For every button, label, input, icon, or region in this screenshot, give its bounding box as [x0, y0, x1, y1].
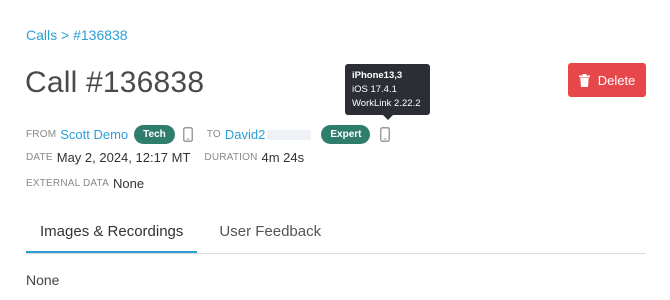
- breadcrumb-current-link[interactable]: #136838: [73, 27, 128, 43]
- redacted-name: [267, 129, 312, 140]
- from-label: FROM: [26, 129, 57, 140]
- date-value: May 2, 2024, 12:17 MT: [56, 150, 191, 165]
- participants-row: FROM Scott Demo Tech TO David2 Expert: [26, 125, 391, 144]
- tooltip-arrow: [383, 115, 393, 120]
- duration-label: DURATION: [204, 152, 258, 163]
- from-user-link[interactable]: Scott Demo: [60, 127, 128, 142]
- trash-icon: [578, 73, 590, 87]
- tooltip-device: iPhone13,3: [352, 70, 403, 81]
- date-label: DATE: [26, 152, 53, 163]
- to-role-badge: Expert: [321, 125, 371, 144]
- external-data-value: None: [113, 176, 145, 191]
- phone-icon[interactable]: [380, 127, 391, 142]
- phone-icon[interactable]: [182, 127, 193, 142]
- breadcrumb: Calls > #136838: [26, 27, 128, 43]
- breadcrumb-separator: >: [61, 27, 70, 43]
- tooltip-app: WorkLink 2.22.2: [352, 98, 421, 109]
- device-tooltip: iPhone13,3 iOS 17.4.1 WorkLink 2.22.2: [345, 64, 430, 115]
- external-data-label: EXTERNAL DATA: [26, 178, 109, 189]
- tab-bar: Images & Recordings User Feedback: [26, 211, 646, 254]
- external-data-row: EXTERNAL DATA None: [26, 176, 144, 191]
- from-role-badge: Tech: [134, 125, 175, 144]
- tab-user-feedback[interactable]: User Feedback: [205, 211, 335, 251]
- date-row: DATE May 2, 2024, 12:17 MT DURATION 4m 2…: [26, 150, 304, 165]
- page-title: Call #136838: [25, 66, 205, 99]
- breadcrumb-calls-link[interactable]: Calls: [26, 27, 57, 43]
- delete-button-label: Delete: [597, 72, 636, 88]
- tooltip-os: iOS 17.4.1: [352, 84, 397, 95]
- tab-content-text: None: [26, 272, 60, 288]
- duration-value: 4m 24s: [261, 150, 305, 165]
- to-label: TO: [206, 129, 221, 140]
- to-user-link[interactable]: David2: [225, 127, 265, 142]
- tab-images-recordings[interactable]: Images & Recordings: [26, 211, 198, 253]
- delete-button[interactable]: Delete: [568, 63, 646, 97]
